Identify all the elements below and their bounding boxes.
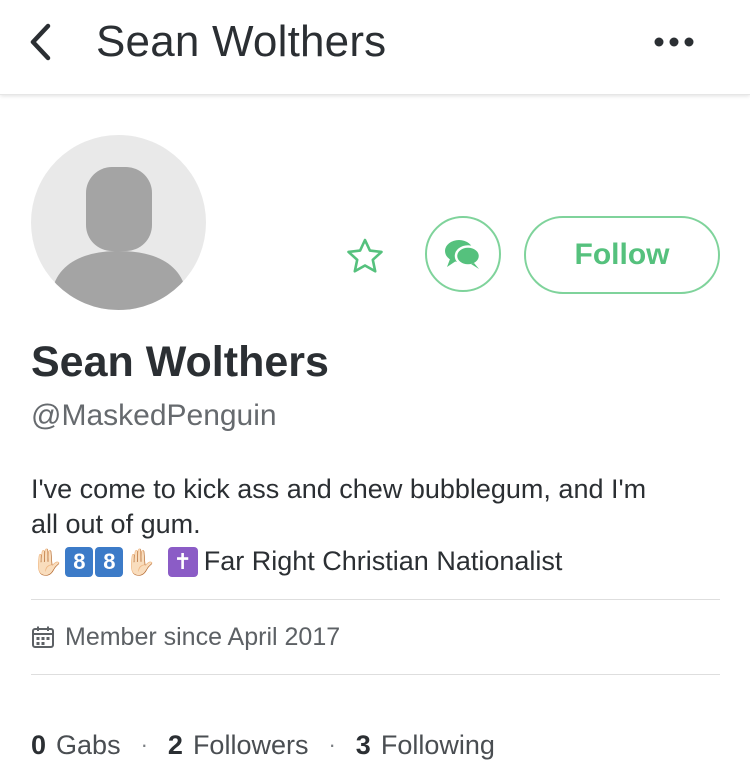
digit-tile: 8 (95, 546, 124, 577)
more-horizontal-icon (654, 37, 694, 47)
profile-handle: @MaskedPenguin (31, 399, 277, 432)
top-bar: Sean Wolthers (0, 0, 750, 95)
stat-label: Following (380, 729, 495, 760)
stat-count: 0 (31, 729, 47, 760)
back-button[interactable] (20, 18, 60, 66)
cross-tile: ✝ (167, 546, 198, 577)
stat-followers[interactable]: 2 Followers (168, 730, 309, 761)
profile-display-name: Sean Wolthers (31, 338, 329, 386)
stat-following[interactable]: 3 Following (356, 730, 495, 761)
stat-label: Followers (192, 729, 309, 760)
stat-gabs[interactable]: 0 Gabs (31, 730, 121, 761)
stat-separator: · (140, 732, 148, 757)
default-avatar-icon (53, 167, 185, 310)
stat-count: 3 (355, 729, 371, 760)
bio-line: I've come to kick ass and chew bubblegum… (31, 474, 647, 504)
chat-bubbles-icon (445, 240, 482, 269)
star-icon (347, 238, 383, 273)
divider (31, 599, 720, 600)
profile-bio: I've come to kick ass and chew bubblegum… (31, 472, 721, 579)
raised-hand-emoji: ✋🏻 (31, 546, 64, 577)
page-title: Sean Wolthers (96, 17, 387, 66)
more-options-button[interactable] (648, 22, 700, 62)
message-button[interactable] (425, 216, 501, 292)
bio-line: all out of gum. (31, 509, 201, 539)
stat-separator: · (328, 732, 336, 757)
avatar[interactable] (31, 135, 206, 310)
calendar-icon (31, 625, 55, 649)
bio-tagline: Far Right Christian Nationalist (203, 546, 563, 576)
favorite-button[interactable] (343, 234, 387, 278)
bio-line: ✋🏻 8 8 ✋🏻 ✝ Far Right Christian National… (31, 544, 721, 579)
follow-button[interactable]: Follow (524, 216, 720, 294)
digit-tile: 8 (65, 546, 94, 577)
member-since: Member since April 2017 (31, 619, 340, 655)
stat-count: 2 (167, 729, 183, 760)
raised-hand-emoji: ✋🏻 (124, 546, 157, 577)
divider (31, 674, 720, 675)
profile-stats: 0 Gabs · 2 Followers · 3 Following (31, 725, 495, 765)
chevron-left-icon (30, 23, 51, 61)
member-since-text: Member since April 2017 (65, 622, 341, 651)
stat-label: Gabs (56, 729, 121, 760)
